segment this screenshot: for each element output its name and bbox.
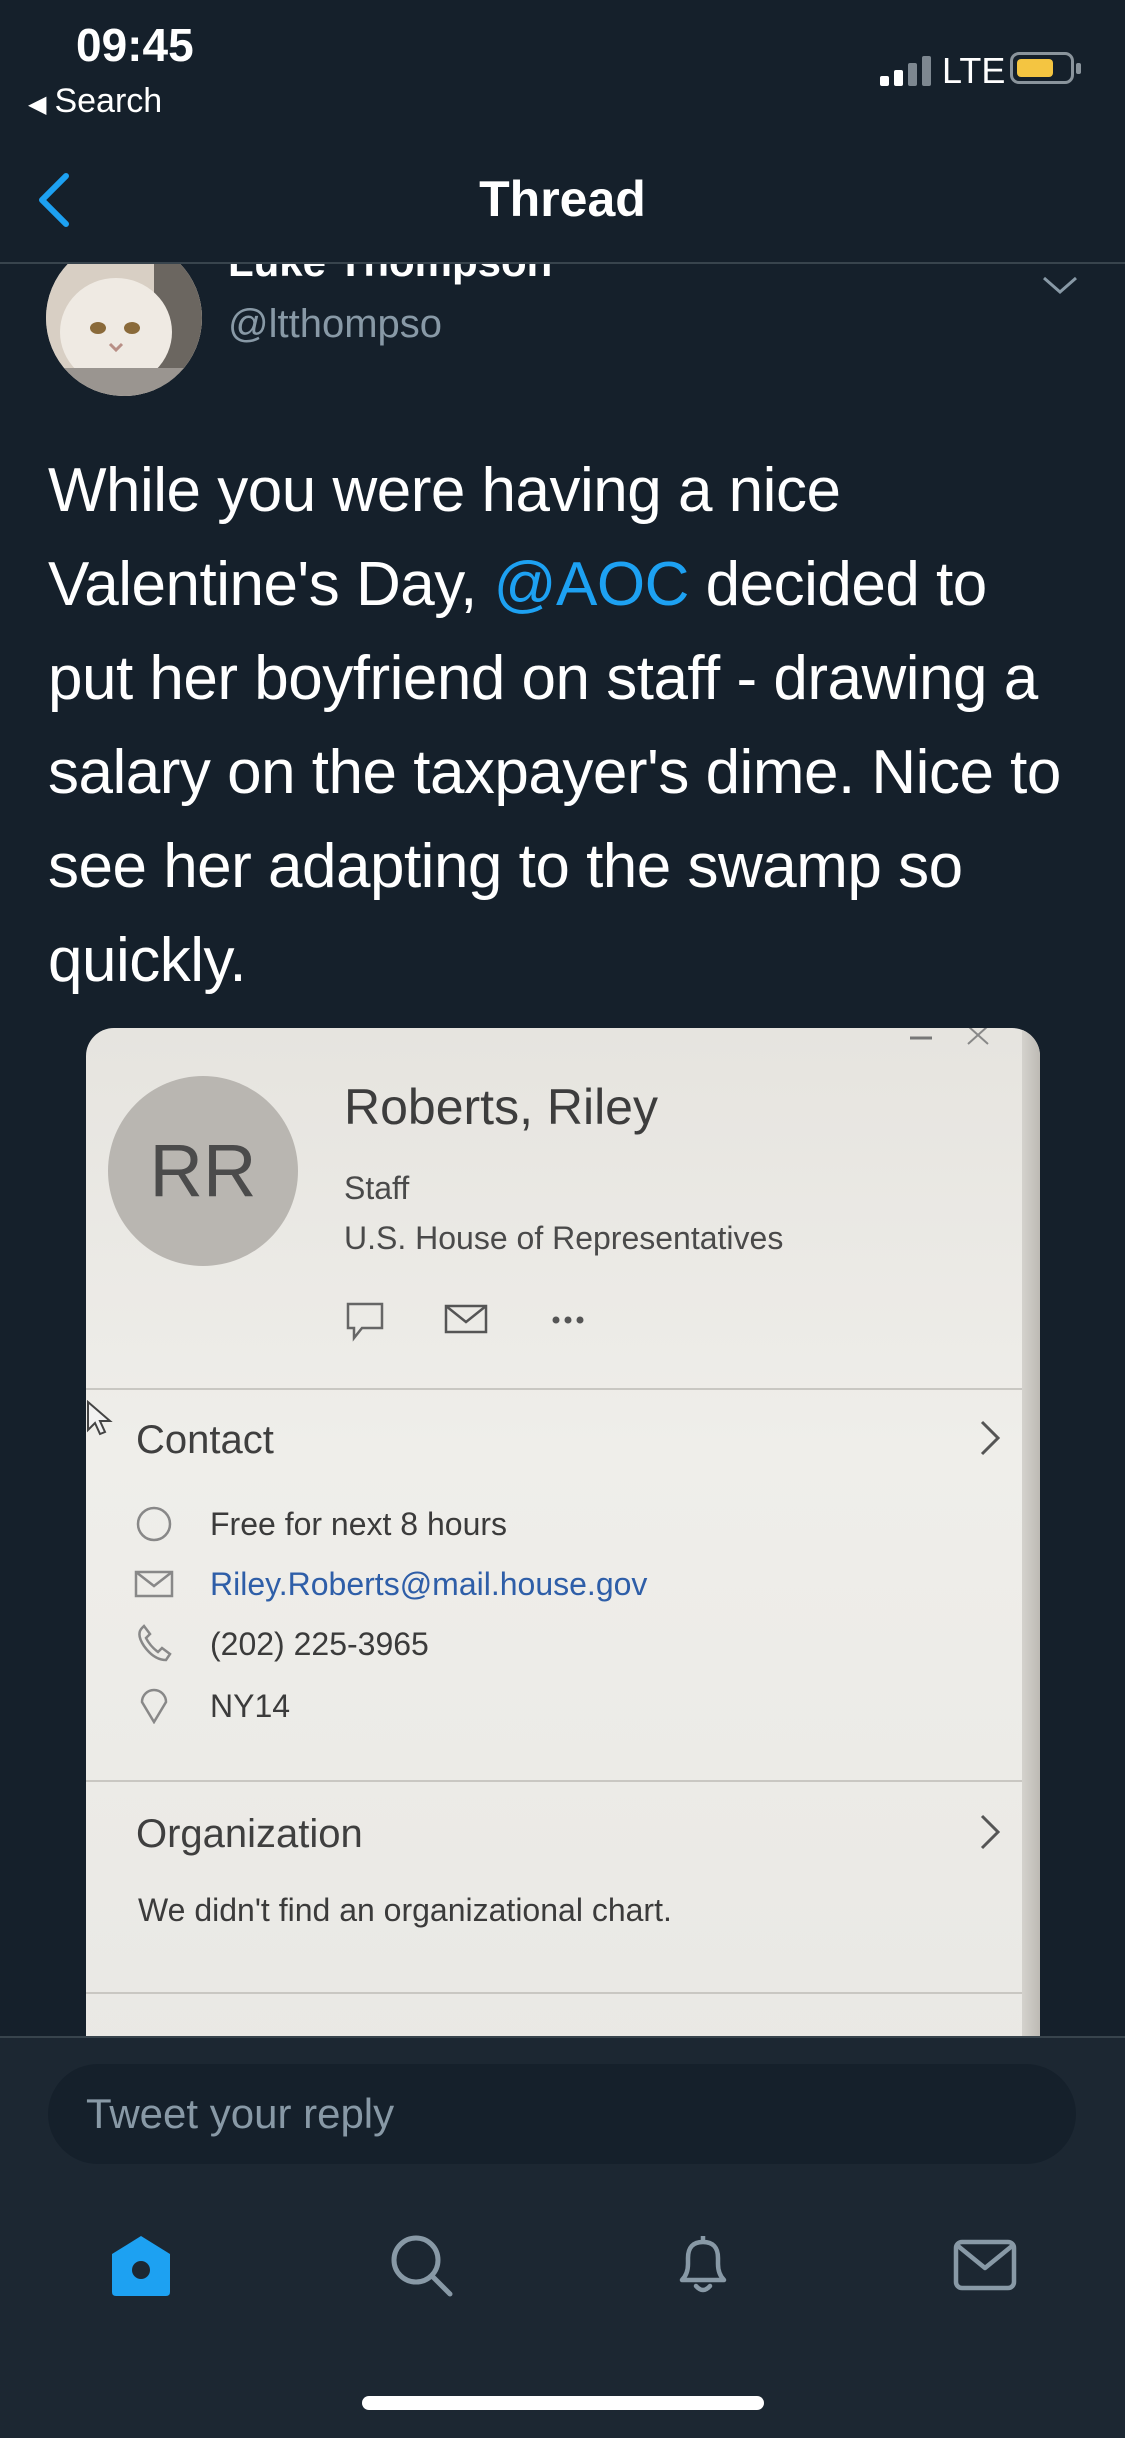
back-triangle-icon: ◀ (28, 91, 47, 118)
phone-icon (138, 1624, 172, 1662)
back-app-label: Search (54, 82, 163, 120)
organization-chevron-right-icon (980, 1814, 1001, 1850)
author-name[interactable]: Luke Thompson (228, 264, 552, 286)
organization-note: We didn't find an organizational chart. (138, 1892, 672, 1928)
cat-avatar-image (46, 264, 202, 396)
window-controls-icon (910, 1028, 989, 1045)
cursor-icon (87, 1400, 113, 1436)
contact-email: Riley.Roberts@mail.house.gov (210, 1566, 648, 1602)
search-icon[interactable] (386, 2230, 456, 2300)
contact-phone: (202) 225-3965 (210, 1626, 429, 1662)
tweet-text: While you were having a nice Valentine's… (48, 444, 1078, 1008)
contact-name: Roberts, Riley (344, 1079, 658, 1135)
page-title: Thread (479, 171, 646, 227)
contact-organization: U.S. House of Representatives (344, 1220, 784, 1256)
contact-actions (346, 1302, 584, 1342)
chevron-down-icon[interactable] (1040, 270, 1080, 300)
nav-bar: Thread (0, 130, 1125, 264)
email-icon (134, 1570, 174, 1598)
bottom-bar: Tweet your reply (0, 2036, 1125, 2438)
battery-icon (1010, 52, 1081, 84)
organization-section-title: Organization (136, 1812, 363, 1856)
contact-initials: RR (149, 1129, 257, 1212)
more-icon (552, 1316, 584, 1324)
tweet-photo[interactable]: RR Roberts, Riley Staff U.S. House of Re… (86, 1028, 1040, 2036)
network-label: LTE (942, 50, 1006, 91)
mail-icon[interactable] (950, 2230, 1020, 2300)
bell-icon[interactable] (668, 2230, 738, 2300)
status-time: 09:45 (76, 19, 194, 71)
author-handle[interactable]: @ltthompso (228, 302, 442, 347)
mention-link[interactable]: @AOC (494, 550, 690, 619)
presence-icon (136, 1506, 172, 1542)
status-bar: 09:45 ◀ Search LTE (0, 0, 1125, 130)
mail-icon (444, 1304, 488, 1334)
signal-icon (880, 52, 936, 86)
home-icon[interactable] (106, 2230, 176, 2300)
avatar[interactable] (46, 264, 202, 396)
chat-icon (346, 1302, 384, 1342)
home-indicator[interactable] (362, 2396, 764, 2410)
reply-input[interactable]: Tweet your reply (48, 2064, 1076, 2164)
presence-status: Free for next 8 hours (210, 1506, 508, 1542)
thread-content: Luke Thompson @ltthompso While you were … (0, 264, 1125, 2036)
contact-location: NY14 (210, 1688, 291, 1724)
contact-chevron-right-icon (980, 1420, 1001, 1456)
location-icon (140, 1688, 168, 1724)
contact-role: Staff (344, 1170, 410, 1206)
contact-section-title: Contact (136, 1418, 274, 1462)
back-to-search-link[interactable]: ◀ Search (28, 82, 162, 121)
